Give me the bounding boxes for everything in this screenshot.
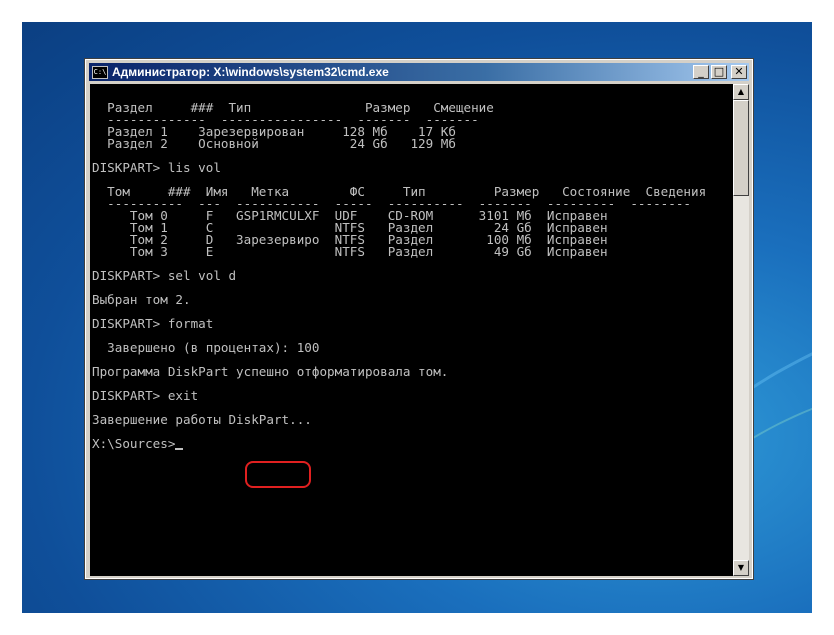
scrollbar-thumb[interactable] [733, 100, 749, 196]
console-line: Выбран том 2. [92, 292, 191, 307]
console-line: Завершено (в процентах): 100 [92, 340, 320, 355]
window-title: Администратор: X:\windows\system32\cmd.e… [112, 65, 389, 79]
close-button[interactable]: ✕ [731, 65, 747, 79]
console-line: Том 3 E NTFS Раздел 49 Gб Исправен [92, 244, 608, 259]
window-controls: _ □ ✕ [693, 65, 747, 79]
console-line: DISKPART> lis vol [92, 160, 221, 175]
maximize-button[interactable]: □ [711, 65, 727, 79]
console-output[interactable]: Раздел ### Тип Размер Смещение ---------… [90, 84, 733, 576]
cmd-window: C:\ Администратор: X:\windows\system32\c… [84, 58, 754, 580]
console-line: DISKPART> sel vol d [92, 268, 237, 283]
vertical-scrollbar[interactable]: ▲ ▼ [733, 84, 749, 576]
cmd-app-icon[interactable]: C:\ [92, 65, 108, 79]
console-text: Раздел ### Тип Размер Смещение ---------… [90, 84, 733, 450]
console-line: DISKPART> exit [92, 388, 199, 403]
exit-command-highlight [245, 461, 311, 488]
console-line: X:\Sources> [92, 436, 176, 451]
title-bar[interactable]: C:\ Администратор: X:\windows\system32\c… [89, 63, 749, 81]
console-line: DISKPART> format [92, 316, 214, 331]
console-line: Программа DiskPart успешно отформатирова… [92, 364, 449, 379]
scroll-up-arrow-icon[interactable]: ▲ [733, 84, 749, 100]
text-cursor [175, 448, 184, 450]
minimize-button[interactable]: _ [693, 65, 709, 79]
console-line: Раздел 2 Основной 24 Gб 129 Мб [92, 136, 456, 151]
scroll-down-arrow-icon[interactable]: ▼ [733, 560, 749, 576]
console-line: Завершение работы DiskPart... [92, 412, 312, 427]
